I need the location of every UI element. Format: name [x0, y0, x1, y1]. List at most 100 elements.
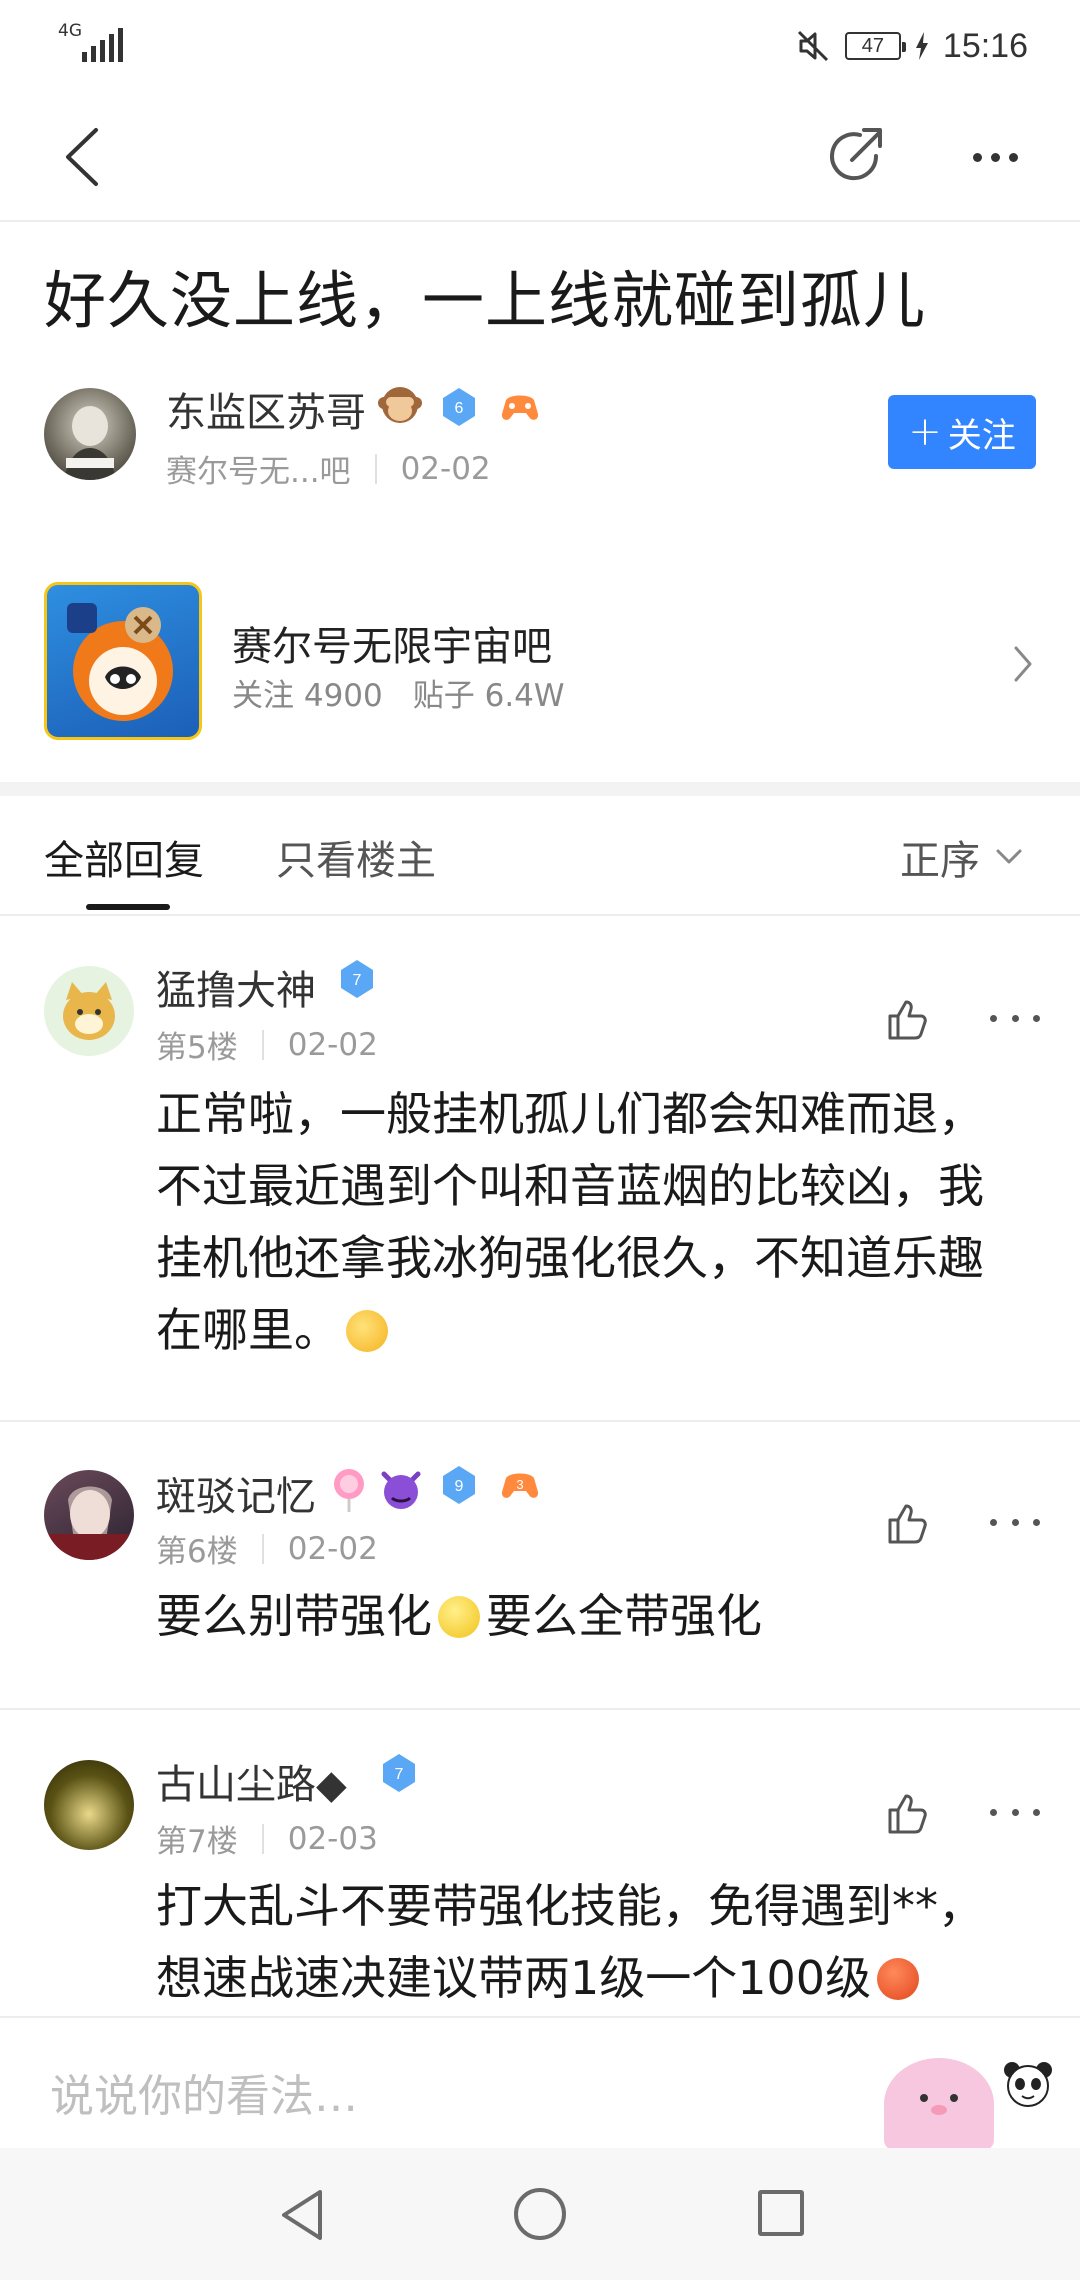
svg-text:3: 3 [516, 1477, 523, 1492]
follow-label: 关注 [947, 415, 1016, 456]
level-badge-icon: 6 [443, 388, 475, 426]
system-back-icon[interactable] [278, 2188, 328, 2242]
follow-button[interactable]: + 关注 [888, 395, 1036, 469]
reply-avatar[interactable] [44, 966, 134, 1056]
forum-followers: 关注 4900 [232, 678, 383, 714]
monkey-emoji-icon [376, 383, 424, 436]
chevron-right-icon [1014, 646, 1032, 682]
author-level: 6 [455, 400, 464, 417]
system-home-icon[interactable] [514, 2188, 566, 2240]
battery-icon: 47 [844, 32, 906, 60]
reply-tabs: 全部回复 只看楼主 正序 [0, 796, 1080, 916]
active-tab-indicator [86, 904, 170, 910]
reply-line: 正常啦，一般挂机孤儿们都会知难而退， [156, 1087, 984, 1141]
floor-number: 第6楼 [156, 1534, 238, 1570]
reply-content: 正常啦，一般挂机孤儿们都会知难而退， 不过最近遇到个叫和音蓝烟的比较凶，我 挂机… [156, 1078, 1036, 1366]
comment-input[interactable]: 说说你的看法… [50, 2060, 358, 2124]
tab-all-replies[interactable]: 全部回复 [44, 828, 204, 886]
reply-line: 不过最近遇到个叫和音蓝烟的比较凶，我 [156, 1159, 984, 1213]
forum-name: 赛尔号无限宇宙吧 [232, 624, 552, 670]
charging-icon [915, 32, 928, 60]
system-navigation-bar [0, 2148, 1080, 2280]
forum-posts: 贴子 6.4W [412, 678, 565, 714]
level-badge-icon: 9 [443, 1466, 475, 1504]
reply-author-name[interactable]: 古山尘路◆ [156, 1752, 347, 1810]
network-type: 4G [58, 21, 82, 41]
reply-content: 打大乱斗不要带强化技能，免得遇到**， 想速战速决建议带两1级一个100级 [156, 1870, 1036, 2014]
status-bar: 4G 47 15:16 [0, 0, 1080, 92]
tab-owner-only[interactable]: 只看楼主 [276, 828, 436, 886]
meta-divider [261, 1823, 264, 1854]
back-icon[interactable] [56, 122, 116, 192]
reply-date: 02-02 [287, 1530, 378, 1567]
reply-date: 02-03 [287, 1820, 378, 1857]
meta-divider [374, 453, 377, 484]
top-nav-bar [0, 92, 1080, 222]
chevron-down-icon [996, 849, 1022, 864]
thumbs-up-icon[interactable] [880, 1788, 930, 1838]
svg-text:7: 7 [353, 972, 362, 989]
reply-text: 要么全带强化 [486, 1589, 762, 1643]
smile-emoji-icon [438, 1596, 480, 1638]
reply-more-icon[interactable] [990, 1008, 1040, 1028]
comment-bar: 说说你的看法… [0, 2016, 1080, 2150]
system-recents-icon[interactable] [758, 2190, 804, 2236]
reply-author-name[interactable]: 斑驳记忆 [156, 1464, 316, 1522]
meta-divider [261, 1533, 264, 1564]
reply-date: 02-02 [287, 1026, 378, 1063]
reply-more-icon[interactable] [990, 1802, 1040, 1822]
sort-dropdown[interactable]: 正序 [900, 828, 1024, 886]
sort-label: 正序 [900, 838, 980, 884]
reply-more-icon[interactable] [990, 1512, 1040, 1532]
share-icon[interactable] [820, 122, 890, 192]
gamepad-icon: 3 [501, 1473, 539, 1498]
svg-text:7: 7 [395, 1766, 404, 1783]
reply-item: 古山尘路◆ 7 第7楼 02-03 打大乱斗不要带强化技能，免得遇到**， 想速… [0, 1710, 1080, 2016]
level-badge-icon: 7 [383, 1754, 415, 1792]
angry-emoji-icon [877, 1958, 920, 2000]
shy-emoji-icon [346, 1310, 388, 1352]
reply-content: 要么别带强化 要么全带强化 [156, 1580, 1036, 1652]
meta-divider [261, 1029, 264, 1060]
clock: 15:16 [942, 26, 1028, 65]
sticker-icon[interactable] [884, 2058, 994, 2150]
reply-text: 要么别带强化 [156, 1589, 432, 1643]
author-name[interactable]: 东监区苏哥 [166, 380, 366, 438]
author-meta: 赛尔号无...吧 02-02 [166, 446, 491, 491]
reply-line: 在哪里。 [156, 1303, 340, 1357]
reply-avatar[interactable] [44, 1760, 134, 1850]
svg-text:9: 9 [455, 1478, 464, 1495]
reply-item: 斑驳记忆 9 3 第6楼 02-02 要么别带强化 要么全带强化 [0, 1422, 1080, 1708]
forum-icon [44, 582, 202, 740]
panda-sticker-icon[interactable] [1000, 2060, 1056, 2110]
status-right: 47 15:16 [795, 22, 1028, 70]
reply-avatar[interactable] [44, 1470, 134, 1560]
signal-icon [82, 26, 123, 62]
devil-emoji-icon [381, 1471, 421, 1509]
post-date: 02-02 [400, 450, 491, 487]
avatar-image [64, 406, 116, 480]
mute-icon [797, 30, 828, 62]
thumbs-up-icon[interactable] [880, 1498, 930, 1548]
reply-meta: 第7楼 02-03 [156, 1816, 378, 1861]
post-title: 好久没上线，一上线就碰到孤儿 [44, 264, 927, 337]
reply-line: 打大乱斗不要带强化技能，免得遇到**， [156, 1879, 984, 1933]
reply-meta: 第6楼 02-02 [156, 1526, 378, 1571]
reply-line: 想速战速决建议带两1级一个100级 [156, 1951, 872, 2005]
author-forum[interactable]: 赛尔号无...吧 [166, 446, 351, 491]
author-avatar[interactable] [44, 388, 136, 480]
floor-number: 第5楼 [156, 1030, 238, 1066]
floor-number: 第7楼 [156, 1824, 238, 1860]
reply-item: 猛撸大神 7 第5楼 02-02 正常啦，一般挂机孤儿们都会知难而退， 不过最近… [0, 916, 1080, 1422]
section-gap [0, 782, 1080, 796]
lollipop-emoji-icon [334, 1469, 364, 1512]
level-badge-icon: 7 [341, 960, 373, 998]
forum-stats: 关注 4900 贴子 6.4W [232, 670, 565, 715]
reply-line: 挂机他还拿我冰狗强化很久，不知道乐趣 [156, 1231, 984, 1285]
thumbs-up-icon[interactable] [880, 994, 930, 1044]
forum-card[interactable]: 赛尔号无限宇宙吧 关注 4900 贴子 6.4W [0, 560, 1080, 780]
more-options-icon[interactable] [960, 132, 1030, 182]
plus-icon: + [908, 409, 942, 455]
reply-meta: 第5楼 02-02 [156, 1022, 378, 1067]
reply-author-name[interactable]: 猛撸大神 [156, 958, 316, 1016]
